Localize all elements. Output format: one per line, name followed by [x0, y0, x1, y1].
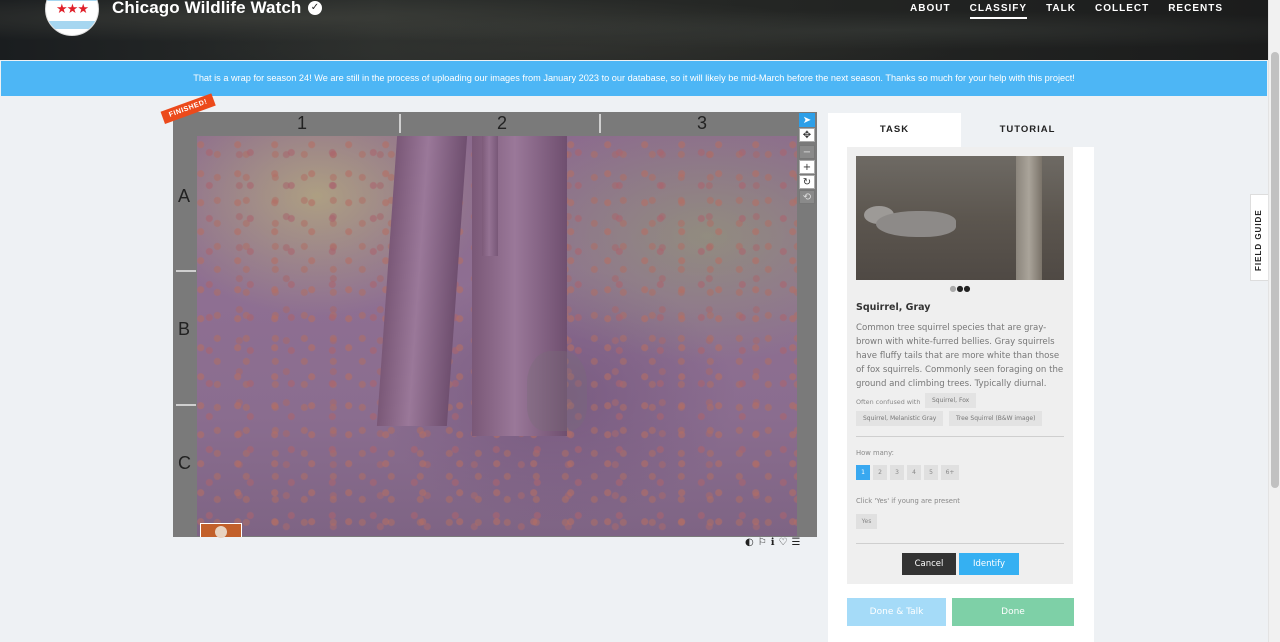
- squirrel-silhouette: [527, 351, 587, 431]
- viewer-toolbar: ➤ ✥ − + ↻ ⟲: [799, 113, 815, 205]
- young-yes-button[interactable]: Yes: [856, 514, 877, 529]
- young-present-label: Click 'Yes' if young are present: [856, 497, 960, 505]
- image-carousel-dots[interactable]: ●●●: [847, 284, 1073, 293]
- carousel-dot[interactable]: ●: [963, 284, 970, 293]
- confused-species-chip[interactable]: Squirrel, Fox: [925, 393, 977, 408]
- done-and-talk-button[interactable]: Done & Talk: [847, 598, 946, 626]
- info-icon[interactable]: ℹ: [771, 537, 775, 548]
- section-divider: [856, 436, 1064, 437]
- confused-species-chip[interactable]: Tree Squirrel (B&W image): [949, 411, 1043, 426]
- favorite-icon[interactable]: ♡: [779, 537, 788, 548]
- logo-band-top: [46, 0, 98, 1]
- count-option-4[interactable]: 4: [907, 465, 921, 480]
- invert-icon[interactable]: ◐: [745, 537, 754, 548]
- pointer-icon[interactable]: ➤: [799, 113, 815, 127]
- subject-meta-toolbar: ◐ ⚐ ℹ ♡ ☰: [745, 537, 800, 548]
- grid-column-label: 3: [697, 113, 708, 133]
- carousel-dot[interactable]: ●: [950, 284, 957, 293]
- task-tabs: TASK TUTORIAL: [828, 113, 1094, 147]
- nav-recents[interactable]: RECENTS: [1168, 3, 1223, 19]
- reset-icon[interactable]: ⟲: [799, 190, 815, 204]
- grid-row-label: B: [178, 319, 191, 339]
- camera-badge: [200, 523, 242, 538]
- tab-task[interactable]: TASK: [828, 113, 961, 147]
- logo-stars: ★★★: [56, 2, 89, 17]
- site-header: ★★★ Chicago Wildlife Watch ✓ ABOUT CLASS…: [0, 0, 1268, 60]
- species-name: Squirrel, Gray: [856, 302, 931, 313]
- cancel-button[interactable]: Cancel: [902, 553, 956, 575]
- flag-icon[interactable]: ⚐: [758, 537, 767, 548]
- collections-icon[interactable]: ☰: [791, 537, 800, 548]
- nav-collect[interactable]: COLLECT: [1095, 3, 1149, 19]
- grid-divider: [176, 270, 196, 272]
- species-example-image[interactable]: [856, 156, 1064, 280]
- confused-species-chip[interactable]: Squirrel, Melanistic Gray: [856, 411, 944, 426]
- count-option-5[interactable]: 5: [924, 465, 938, 480]
- tab-tutorial[interactable]: TUTORIAL: [961, 113, 1094, 147]
- zoom-out-icon[interactable]: −: [799, 145, 815, 159]
- done-button[interactable]: Done: [952, 598, 1074, 626]
- nav-classify[interactable]: CLASSIFY: [969, 3, 1028, 19]
- field-guide-tab[interactable]: FIELD GUIDE: [1250, 194, 1268, 281]
- grid-row-label: C: [178, 453, 191, 473]
- grid-divider: [176, 404, 196, 406]
- announcement-banner: That is a wrap for season 24! We are sti…: [1, 61, 1267, 96]
- example-tree: [1016, 156, 1042, 280]
- count-option-1[interactable]: 1: [856, 465, 870, 480]
- logo-band-bottom: [46, 21, 98, 29]
- site-title[interactable]: Chicago Wildlife Watch: [112, 0, 301, 18]
- verified-check-icon: ✓: [308, 1, 322, 15]
- species-description: Common tree squirrel species that are gr…: [856, 323, 1064, 389]
- grid-row-label: A: [178, 186, 191, 206]
- confused-with-label: Often confused with: [856, 398, 921, 406]
- field-guide-label: FIELD GUIDE: [1254, 209, 1263, 271]
- grid-column-label: 1: [297, 113, 308, 133]
- nav-talk[interactable]: TALK: [1046, 3, 1076, 19]
- grid-column-label: 2: [497, 113, 508, 133]
- main-nav: ABOUT CLASSIFY TALK COLLECT RECENTS: [910, 3, 1223, 19]
- section-divider: [856, 543, 1064, 544]
- tree-branch: [482, 136, 498, 256]
- how-many-label: How many:: [856, 449, 894, 457]
- grid-divider: [399, 114, 401, 133]
- identify-button[interactable]: Identify: [959, 553, 1019, 575]
- camera-badge-icon: [215, 526, 227, 538]
- scrollbar-thumb[interactable]: [1271, 52, 1279, 488]
- camera-trap-image[interactable]: [197, 136, 797, 536]
- nav-about[interactable]: ABOUT: [910, 3, 951, 19]
- page-scrollbar[interactable]: [1268, 0, 1280, 642]
- task-panel: TASK TUTORIAL ●●● Squirrel, Gray Common …: [828, 113, 1094, 642]
- grid-divider: [599, 114, 601, 133]
- rotate-icon[interactable]: ↻: [799, 175, 815, 189]
- species-detail-card: ●●● Squirrel, Gray Common tree squirrel …: [847, 147, 1073, 584]
- example-squirrel: [876, 211, 956, 237]
- move-icon[interactable]: ✥: [799, 128, 815, 142]
- count-option-3[interactable]: 3: [890, 465, 904, 480]
- count-option-2[interactable]: 2: [873, 465, 887, 480]
- zoom-in-icon[interactable]: +: [799, 160, 815, 174]
- count-option-6-plus[interactable]: 6+: [941, 465, 959, 480]
